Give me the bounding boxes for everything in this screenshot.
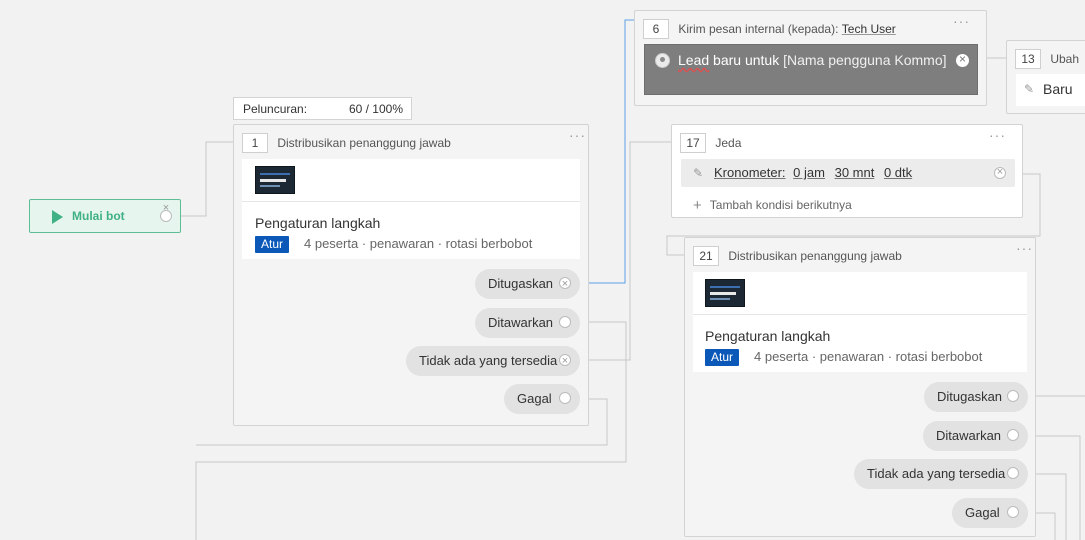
node-number: 1	[242, 133, 268, 153]
output-ditawarkan[interactable]: Ditawarkan	[923, 421, 1028, 451]
node-21-header: 21 Distribusikan penanggung jawab	[693, 246, 1027, 266]
output-port[interactable]	[1007, 429, 1019, 441]
wire-start-to-node1	[181, 141, 233, 217]
start-output-port[interactable]	[160, 202, 172, 222]
node-21-distribute[interactable]: 21 Distribusikan penanggung jawab ··· Pe…	[684, 237, 1036, 537]
launch-badge: Peluncuran: 60 / 100%	[233, 97, 412, 120]
node-13-change[interactable]: 13 Ubah ✎ Baru	[1006, 40, 1085, 114]
configure-button[interactable]: Atur	[255, 236, 290, 253]
node-title: Kirim pesan internal (kepada):	[678, 22, 839, 36]
node-title: Ubah	[1050, 52, 1080, 66]
node-1-header: 1 Distribusikan penanggung jawab	[242, 133, 580, 153]
message-box[interactable]: Lead baru untuk [Nama pengguna Kommo]	[644, 44, 978, 95]
output-ditugaskan[interactable]: Ditugaskan	[924, 382, 1028, 412]
thumbnail-image	[705, 279, 745, 307]
more-dots-icon[interactable]: ···	[989, 127, 1006, 143]
step-settings-title: Pengaturan langkah	[255, 215, 381, 231]
add-condition-button[interactable]: + Tambah kondisi berikutnya	[693, 197, 852, 214]
configure-button[interactable]: Atur	[705, 349, 740, 366]
more-dots-icon[interactable]: ···	[1016, 240, 1033, 256]
close-icon[interactable]	[956, 52, 969, 67]
output-port[interactable]	[1007, 467, 1019, 479]
node-number: 6	[643, 19, 669, 39]
output-port[interactable]	[1007, 390, 1019, 402]
status-value: Baru	[1043, 81, 1073, 97]
node-6-send-message[interactable]: 6 Kirim pesan internal (kepada): Tech Us…	[634, 10, 987, 106]
timer-label: Kronometer:	[714, 165, 786, 180]
start-bot-node[interactable]: Mulai bot	[29, 199, 181, 233]
thumbnail-image	[255, 166, 295, 194]
recipient-link[interactable]: Tech User	[842, 22, 896, 36]
launch-value: 60 / 100%	[348, 102, 403, 116]
start-bot-label: Mulai bot	[72, 209, 125, 223]
timer-seconds: 0 dtk	[883, 165, 913, 180]
node-number: 13	[1015, 49, 1041, 69]
pencil-icon: ✎	[1024, 82, 1035, 96]
more-dots-icon[interactable]: ···	[569, 127, 586, 143]
node-21-content[interactable]: Pengaturan langkah Atur 4 peserta · pena…	[693, 272, 1027, 372]
more-dots-icon[interactable]: ···	[953, 13, 970, 29]
node-title: Distribusikan penanggung jawab	[728, 249, 902, 263]
condition-output-port[interactable]	[994, 166, 1006, 179]
node-1-distribute[interactable]: 1 Distribusikan penanggung jawab ··· Pen…	[233, 124, 589, 426]
node-title: Jeda	[715, 136, 742, 150]
pencil-icon: ✎	[693, 166, 704, 180]
node-17-pause[interactable]: 17 Jeda ··· ✎ Kronometer: 0 jam 30 mnt 0…	[671, 124, 1023, 218]
output-ditugaskan[interactable]: Ditugaskan	[475, 269, 580, 299]
node-number: 17	[680, 133, 706, 153]
output-tidak-ada[interactable]: Tidak ada yang tersedia	[854, 459, 1028, 489]
node-6-header: 6 Kirim pesan internal (kepada): Tech Us…	[643, 19, 978, 39]
node-13-header: 13 Ubah	[1015, 49, 1085, 69]
message-text: Lead baru untuk [Nama pengguna Kommo]	[678, 52, 947, 68]
step-settings-title: Pengaturan langkah	[705, 328, 831, 344]
output-tidak-ada[interactable]: Tidak ada yang tersedia	[406, 346, 580, 376]
node-title: Distribusikan penanggung jawab	[277, 136, 451, 150]
timer-condition[interactable]: ✎ Kronometer: 0 jam 30 mnt 0 dtk	[681, 159, 1015, 187]
output-gagal[interactable]: Gagal	[952, 498, 1028, 528]
timer-minutes: 30 mnt	[834, 165, 875, 180]
timer-hours: 0 jam	[793, 165, 825, 180]
output-port[interactable]	[1007, 506, 1019, 518]
step-meta: 4 peserta · penawaran · rotasi berbobot	[304, 236, 533, 251]
node-1-content[interactable]: Pengaturan langkah Atur 4 peserta · pena…	[242, 159, 580, 259]
output-port[interactable]	[559, 346, 571, 376]
output-ditawarkan[interactable]: Ditawarkan	[475, 308, 580, 338]
node-number: 21	[693, 246, 719, 266]
output-port[interactable]	[559, 316, 571, 328]
output-gagal[interactable]: Gagal	[504, 384, 580, 414]
output-port[interactable]	[559, 392, 571, 404]
node-13-content[interactable]: ✎ Baru	[1016, 74, 1085, 106]
launch-label: Peluncuran:	[243, 102, 308, 116]
plus-icon: +	[693, 197, 702, 214]
step-meta: 4 peserta · penawaran · rotasi berbobot	[754, 349, 983, 364]
output-port[interactable]	[559, 269, 571, 299]
user-avatar-icon	[655, 53, 670, 68]
play-icon	[52, 210, 63, 224]
node-17-header: 17 Jeda	[680, 133, 1014, 153]
wire-tidak-ada-1	[579, 141, 672, 361]
